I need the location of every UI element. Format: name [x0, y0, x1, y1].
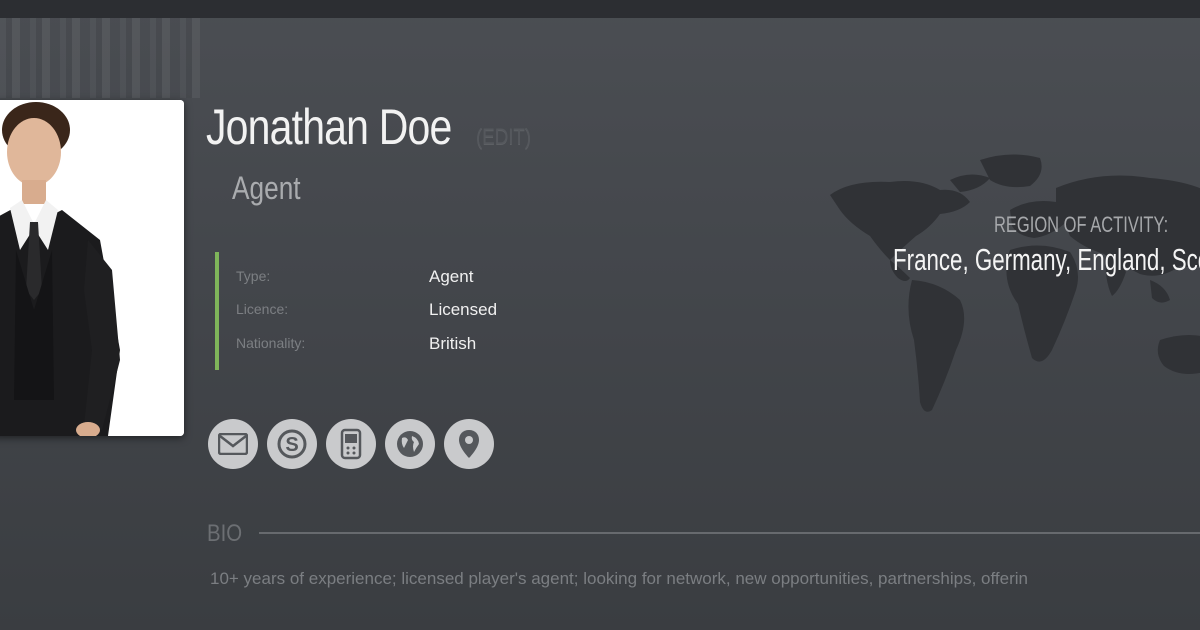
- detail-nationality-label: Nationality:: [236, 335, 306, 351]
- region-of-activity-value: France, Germany, England, Sco: [893, 242, 1200, 277]
- top-bar: [0, 0, 1200, 18]
- bio-heading: BIO: [207, 520, 243, 547]
- details-accent-bar: [215, 252, 219, 370]
- contact-icons: S: [208, 419, 494, 469]
- detail-licence-value: Licensed: [429, 300, 498, 319]
- detail-type-label: Type:: [236, 268, 271, 284]
- detail-type-value: Agent: [429, 267, 474, 286]
- skype-icon[interactable]: S: [267, 419, 317, 469]
- bio-text: 10+ years of experience; licensed player…: [210, 569, 1028, 588]
- mobile-phone-icon[interactable]: [326, 419, 376, 469]
- bio-divider: [259, 532, 1200, 534]
- region-of-activity-label: REGION OF ACTIVITY:: [994, 212, 1169, 237]
- profile-name: Jonathan Doe: [206, 99, 452, 155]
- globe-icon[interactable]: [385, 419, 435, 469]
- header-stripes: [0, 18, 200, 98]
- profile-photo: [0, 100, 184, 436]
- svg-text:S: S: [285, 434, 298, 456]
- map-pin-icon[interactable]: [444, 419, 494, 469]
- profile-photo-illustration: [0, 100, 184, 436]
- detail-nationality-value: British: [429, 334, 477, 353]
- edit-profile-link[interactable]: (EDIT): [476, 124, 531, 150]
- envelope-icon[interactable]: [208, 419, 258, 469]
- profile-role: Agent: [232, 170, 301, 206]
- world-map: [830, 154, 1200, 412]
- detail-licence-label: Licence:: [236, 301, 289, 317]
